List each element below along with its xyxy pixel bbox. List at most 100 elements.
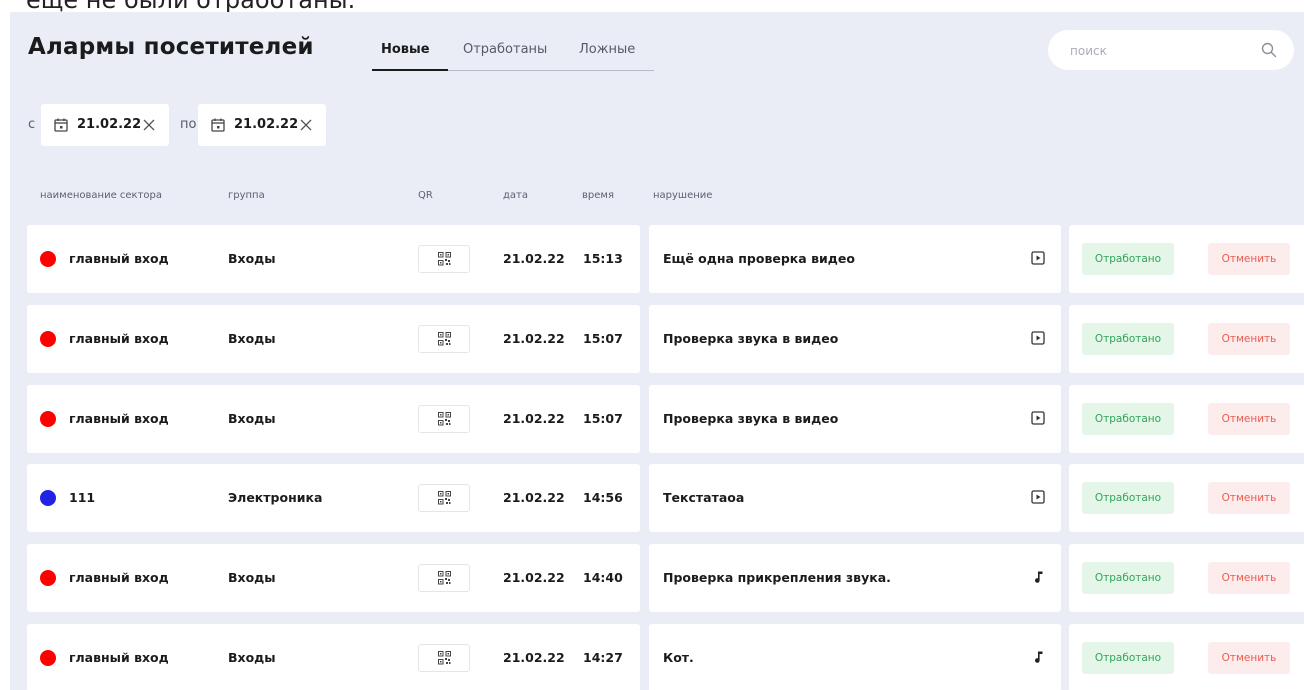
close-icon[interactable] [298, 117, 314, 133]
mark-processed-button[interactable]: Отработано [1082, 403, 1174, 435]
date-from-value: 21.02.22 [77, 117, 142, 132]
row-info: 111 Электроника 21.02.22 14:56 [27, 464, 640, 532]
alarm-date: 21.02.22 [503, 650, 565, 665]
alarms-panel: Алармы посетителей Новые Отработаны Ложн… [10, 12, 1304, 690]
cancel-button[interactable]: Отменить [1208, 403, 1290, 435]
row-info: главный вход Входы 21.02.22 15:13 [27, 225, 640, 293]
mark-processed-button[interactable]: Отработано [1082, 243, 1174, 275]
row-actions: Отработано Отменить [1069, 305, 1304, 373]
alarm-time: 14:40 [583, 570, 623, 585]
row-actions: Отработано Отменить [1069, 385, 1304, 453]
top-caption: ещё не были отработаны. [26, 0, 355, 12]
close-icon[interactable] [141, 117, 157, 133]
alarm-date: 21.02.22 [503, 570, 565, 585]
status-dot [40, 650, 56, 666]
alarm-time: 15:13 [583, 251, 623, 266]
search-icon[interactable] [1260, 41, 1278, 59]
group-name: Входы [228, 570, 276, 585]
alarm-time: 15:07 [583, 411, 623, 426]
active-tab-indicator [372, 69, 448, 71]
violation-text: Текстатаоа [663, 490, 745, 505]
qr-button[interactable] [418, 484, 470, 512]
date-from-chip[interactable]: 21.02.22 [41, 104, 169, 146]
qr-button[interactable] [418, 644, 470, 672]
column-header-violation: нарушение [653, 190, 713, 201]
violation-text: Кот. [663, 650, 694, 665]
row-info: главный вход Входы 21.02.22 15:07 [27, 385, 640, 453]
cancel-button[interactable]: Отменить [1208, 642, 1290, 674]
row-actions: Отработано Отменить [1069, 624, 1304, 690]
music-note-icon[interactable] [1031, 570, 1045, 584]
group-name: Входы [228, 411, 276, 426]
table-row: главный вход Входы 21.02.22 14:40 Проверка п… [27, 544, 1304, 612]
table-row: главный вход Входы 21.02.22 14:27 Кот. Отрабо… [27, 624, 1304, 690]
mark-processed-button[interactable]: Отработано [1082, 562, 1174, 594]
calendar-icon [211, 118, 225, 132]
search-input[interactable] [1068, 40, 1252, 62]
sector-name: главный вход [69, 331, 169, 346]
page-title: Алармы посетителей [28, 34, 314, 60]
status-dot [40, 490, 56, 506]
violation-text: Проверка звука в видео [663, 331, 839, 346]
play-video-icon[interactable] [1031, 490, 1045, 504]
play-video-icon[interactable] [1031, 331, 1045, 345]
cancel-button[interactable]: Отменить [1208, 562, 1290, 594]
top-caption-strip: ещё не были отработаны. [0, 0, 1304, 12]
violation-text: Ещё одна проверка видео [663, 251, 855, 266]
mark-processed-button[interactable]: Отработано [1082, 642, 1174, 674]
row-violation: Кот. [649, 624, 1061, 690]
group-name: Входы [228, 251, 276, 266]
qr-button[interactable] [418, 564, 470, 592]
column-header-time: время [582, 190, 614, 201]
search-box [1048, 30, 1294, 70]
row-violation: Проверка звука в видео [649, 305, 1061, 373]
tab-false[interactable]: Ложные [579, 42, 635, 57]
alarm-time: 15:07 [583, 331, 623, 346]
sector-name: 111 [69, 490, 96, 505]
alarm-date: 21.02.22 [503, 411, 565, 426]
row-info: главный вход Входы 21.02.22 14:27 [27, 624, 640, 690]
music-note-icon[interactable] [1031, 650, 1045, 664]
row-violation: Ещё одна проверка видео [649, 225, 1061, 293]
status-dot [40, 570, 56, 586]
row-actions: Отработано Отменить [1069, 225, 1304, 293]
group-name: Входы [228, 650, 276, 665]
status-dot [40, 331, 56, 347]
violation-text: Проверка звука в видео [663, 411, 839, 426]
alarm-date: 21.02.22 [503, 490, 565, 505]
mark-processed-button[interactable]: Отработано [1082, 323, 1174, 355]
play-video-icon[interactable] [1031, 411, 1045, 425]
date-range-filter: с 21.02.22 по 21.02.22 [10, 104, 410, 146]
row-info: главный вход Входы 21.02.22 14:40 [27, 544, 640, 612]
violation-text: Проверка прикрепления звука. [663, 570, 891, 585]
date-to-value: 21.02.22 [234, 117, 299, 132]
qr-button[interactable] [418, 405, 470, 433]
sector-name: главный вход [69, 650, 169, 665]
date-from-prefix: с [28, 117, 36, 132]
column-header-group: группа [228, 190, 265, 201]
alarm-time: 14:56 [583, 490, 623, 505]
tab-processed[interactable]: Отработаны [463, 42, 547, 57]
mark-processed-button[interactable]: Отработано [1082, 482, 1174, 514]
date-to-chip[interactable]: 21.02.22 [198, 104, 326, 146]
sector-name: главный вход [69, 570, 169, 585]
calendar-icon [54, 118, 68, 132]
row-violation: Проверка прикрепления звука. [649, 544, 1061, 612]
qr-button[interactable] [418, 245, 470, 273]
status-tabs: Новые Отработаны Ложные [372, 42, 654, 71]
status-dot [40, 411, 56, 427]
status-dot [40, 251, 56, 267]
qr-button[interactable] [418, 325, 470, 353]
row-violation: Текстатаоа [649, 464, 1061, 532]
table-row: 111 Электроника 21.02.22 14:56 Текстатаоа Отр… [27, 464, 1304, 532]
cancel-button[interactable]: Отменить [1208, 482, 1290, 514]
tab-new[interactable]: Новые [381, 42, 430, 57]
alarm-date: 21.02.22 [503, 331, 565, 346]
row-violation: Проверка звука в видео [649, 385, 1061, 453]
cancel-button[interactable]: Отменить [1208, 323, 1290, 355]
table-row: главный вход Входы 21.02.22 15:13 Ещё одна п… [27, 225, 1304, 293]
group-name: Электроника [228, 490, 323, 505]
cancel-button[interactable]: Отменить [1208, 243, 1290, 275]
row-actions: Отработано Отменить [1069, 464, 1304, 532]
play-video-icon[interactable] [1031, 251, 1045, 265]
